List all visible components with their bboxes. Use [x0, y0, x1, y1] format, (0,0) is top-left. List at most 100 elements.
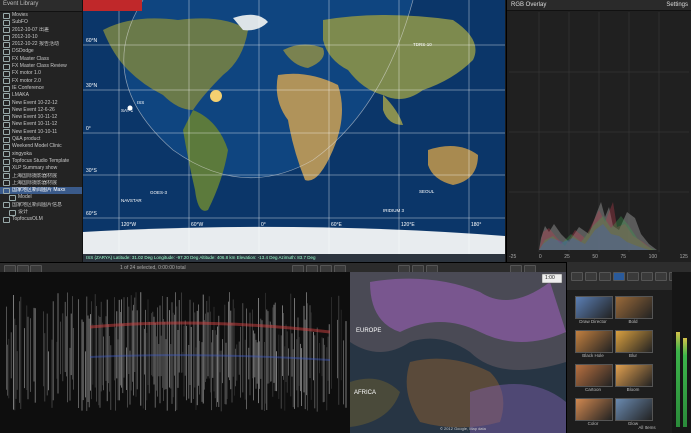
- sidebar-item[interactable]: Topfocus Studio Template: [0, 158, 82, 165]
- sidebar-item[interactable]: 上海国际摄影器材展: [0, 180, 82, 187]
- audio-meters: [672, 272, 691, 433]
- sidebar-item[interactable]: xingyoka: [0, 151, 82, 158]
- audio-meter-left: [676, 332, 680, 427]
- satellite-label[interactable]: TDRS-10: [413, 42, 432, 47]
- rgb-tick-label: 100: [648, 254, 658, 260]
- latitude-label: 0°: [86, 126, 91, 132]
- sidebar-item-label: 上海国际摄影器材展: [12, 179, 58, 186]
- africa-label: AFRICA: [354, 390, 377, 396]
- sidebar-item[interactable]: 国家地区新闻图片 Maxx: [0, 187, 82, 195]
- effect-thumbnail[interactable]: [575, 330, 613, 353]
- event-icon: [3, 63, 10, 70]
- longitude-label: 60°E: [331, 222, 342, 228]
- effect-label: Black Hole: [582, 353, 604, 358]
- effect-thumbnail[interactable]: [615, 296, 653, 319]
- sidebar-item[interactable]: 2012-10-10: [0, 34, 82, 41]
- rgb-overlay-panel: RGB Overlay Settings -25 0 25 50 75 100 125: [506, 0, 691, 262]
- satellite-image-viewer[interactable]: EUROPE AFRICA 1:00 © 2012 Google, Map da…: [350, 272, 566, 433]
- sidebar-item-label: xingyoka: [12, 150, 32, 157]
- sidebar-item-label: 上海国际摄影器材展: [12, 172, 58, 179]
- sidebar-item[interactable]: 上海国际摄影器材展: [0, 173, 82, 180]
- sidebar-item[interactable]: SubFO: [0, 19, 82, 26]
- satellite-label[interactable]: SAT-1: [121, 108, 133, 113]
- sidebar-item[interactable]: New Event 10-11-12: [0, 114, 82, 121]
- event-icon: [3, 19, 10, 26]
- event-icon: [3, 143, 10, 150]
- event-icon: [3, 173, 10, 180]
- sidebar-item[interactable]: 2012-10-07 出差: [0, 27, 82, 34]
- sidebar-item[interactable]: FX motor 2.0: [0, 78, 82, 85]
- sidebar-item[interactable]: LMAKA: [0, 92, 82, 99]
- sidebar-item-label: New Event 10-11-12: [12, 114, 58, 121]
- rgb-tick-label: 125: [679, 254, 688, 260]
- sidebar-item-label: 设计: [18, 209, 29, 216]
- sidebar-item-label: 2012-10-07 出差: [12, 26, 49, 33]
- sidebar-item-label: IE Conference: [12, 84, 44, 91]
- sidebar-item[interactable]: New Event 12-6-26: [0, 107, 82, 114]
- longitude-label: 180°: [471, 222, 482, 228]
- sidebar-item[interactable]: Weekend Model Clinic: [0, 143, 82, 150]
- sidebar-item[interactable]: FX Master Class Review: [0, 63, 82, 70]
- effect-label: Draw Director: [579, 319, 607, 324]
- audio-browser-icon[interactable]: [585, 272, 597, 281]
- effect-thumbnail[interactable]: [575, 398, 613, 421]
- effect-thumbnail[interactable]: [575, 364, 613, 387]
- sidebar-item[interactable]: DSDodge: [0, 48, 82, 56]
- effects-browser: Draw Director Bold Black Hole Blur Cartoon Bl…: [566, 290, 673, 433]
- sidebar-item[interactable]: 国家地区新闻图片信息: [0, 202, 82, 209]
- effect-thumbnail[interactable]: [615, 398, 653, 421]
- sidebar-item[interactable]: FX motor 1.0: [0, 70, 82, 78]
- sidebar-item[interactable]: Movies: [0, 12, 82, 19]
- effect-label: Bold: [628, 319, 638, 324]
- transitions-browser-icon[interactable]: [627, 272, 639, 281]
- sidebar-item[interactable]: New Event 10-10-11: [0, 129, 82, 136]
- rgb-tick-label: 75: [620, 254, 627, 260]
- sidebar-item[interactable]: Model: [0, 194, 82, 202]
- event-icon: [3, 202, 10, 209]
- sidebar-item[interactable]: New Event 10-22-12: [0, 100, 82, 107]
- titles-browser-icon[interactable]: [641, 272, 653, 281]
- map-title-bar: [83, 0, 142, 11]
- photo-browser-icon[interactable]: [599, 272, 611, 281]
- effect-thumbnail[interactable]: [575, 296, 613, 319]
- generators-browser-icon[interactable]: [655, 272, 667, 281]
- media-browser-icon[interactable]: [571, 272, 583, 281]
- event-icon: [3, 56, 10, 63]
- event-icon: [3, 114, 10, 121]
- sidebar-item-label: Movies: [12, 12, 28, 18]
- sidebar-item[interactable]: New Event 10-11-12: [0, 121, 82, 129]
- event-icon: [3, 78, 10, 85]
- sidebar-item-label: 2012-10-22 报告活动: [12, 41, 59, 48]
- sidebar-item[interactable]: TopfocusOLM: [0, 216, 82, 223]
- event-icon: [3, 41, 10, 48]
- sidebar-item[interactable]: Q&A product: [0, 136, 82, 143]
- satellite-label[interactable]: NAVSTAR: [121, 198, 142, 203]
- audio-meter-right: [683, 338, 687, 427]
- settings-menu[interactable]: Settings: [666, 0, 688, 10]
- sidebar-item-label: DSDodge: [12, 48, 34, 55]
- effects-browser-icon[interactable]: [613, 272, 625, 281]
- longitude-label: 0°: [261, 222, 266, 228]
- rgb-tick-label: 0: [538, 254, 542, 260]
- sidebar-item[interactable]: 设计: [0, 209, 82, 216]
- rgb-histogram: [509, 12, 689, 252]
- satellite-label[interactable]: ISS: [137, 100, 144, 105]
- effect-thumbnail[interactable]: [615, 364, 653, 387]
- sidebar-item[interactable]: IE Conference: [0, 85, 82, 92]
- event-icon: [3, 34, 10, 41]
- satellite-label[interactable]: GOES-3: [150, 190, 167, 195]
- satellite-label[interactable]: IRIDIUM 3: [383, 208, 404, 213]
- sidebar-item[interactable]: XLP Summary show: [0, 165, 82, 172]
- event-library-sidebar: Event Library Movies SubFO 2012-10-07 出差 20…: [0, 0, 83, 262]
- sidebar-item[interactable]: 2012-10-22 报告活动: [0, 41, 82, 48]
- sidebar-item-label: 国家地区新闻图片 Maxx: [12, 187, 66, 194]
- waveform-trace: [6, 292, 347, 412]
- sidebar-item-label: FX Master Class: [12, 55, 49, 62]
- effect-thumbnail[interactable]: [615, 330, 653, 353]
- sidebar-item[interactable]: FX Master Class: [0, 56, 82, 63]
- effects-count: All Items: [638, 425, 656, 430]
- effect-label: Blur: [628, 353, 637, 358]
- satellite-label[interactable]: SEOUL: [419, 189, 434, 194]
- world-map-viewer[interactable]: 60°N 30°N 0° 30°S 60°S 120°W 60°W 0° 60°E 120°E 18…: [83, 0, 505, 262]
- rgb-overlay-title: RGB Overlay: [511, 2, 547, 8]
